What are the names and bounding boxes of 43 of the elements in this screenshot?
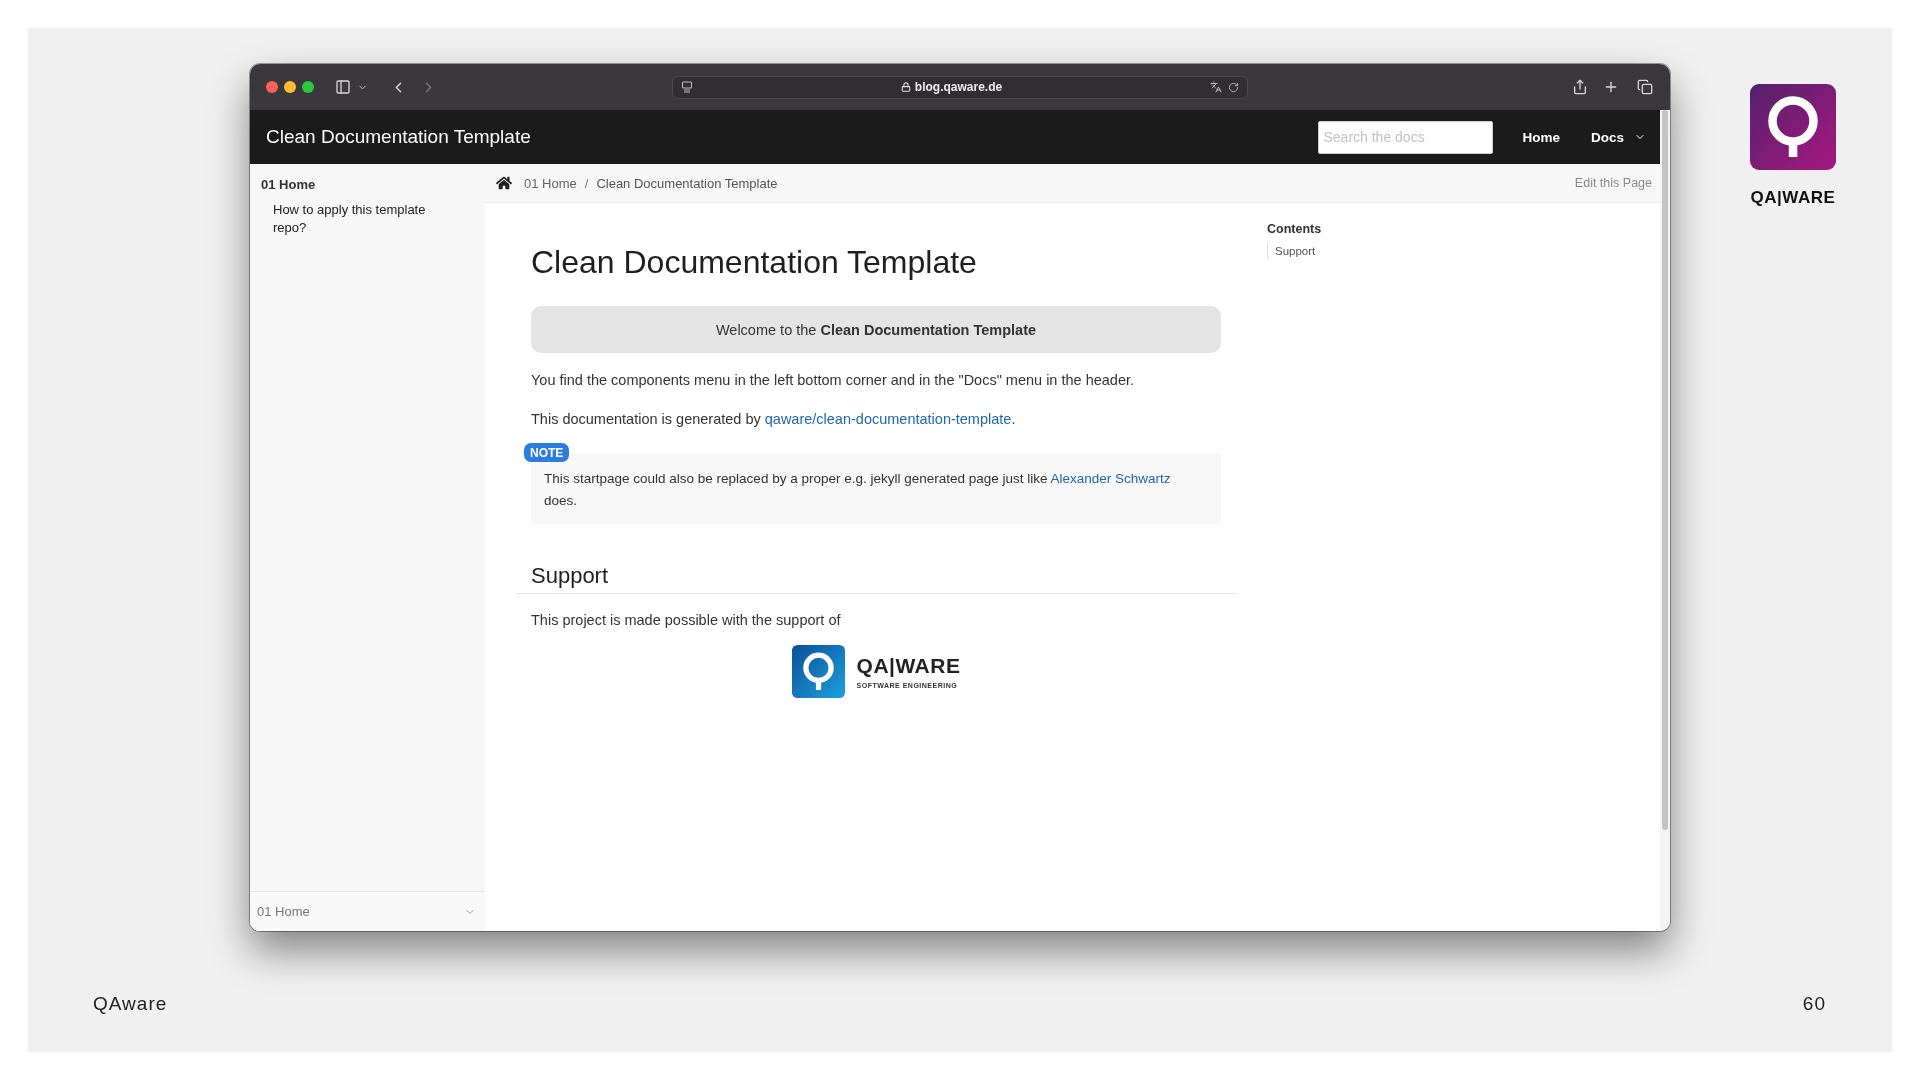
search-field[interactable]: Search the docs xyxy=(1318,120,1494,154)
paragraph: This project is made possible with the support of xyxy=(531,611,842,630)
lock-icon xyxy=(900,82,911,92)
note-badge: NOTE xyxy=(524,443,570,462)
translate-icon[interactable] xyxy=(1210,81,1222,93)
tabs-icon[interactable] xyxy=(1637,79,1653,95)
reload-icon[interactable] xyxy=(1228,81,1239,93)
paragraph: You find the components menu in the left bottom corner and in the "Docs" menu in the header. xyxy=(531,371,1136,390)
logo-wordmark: QA|WARE xyxy=(856,654,961,677)
site-title[interactable]: Clean Documentation Template xyxy=(266,126,531,148)
breadcrumb-separator: / xyxy=(584,175,589,191)
inline-link[interactable]: Alexander Schwartz xyxy=(1050,471,1171,486)
window-zoom-icon[interactable] xyxy=(302,81,314,93)
toc-link[interactable]: Support xyxy=(1267,243,1322,259)
nav-link[interactable]: Home xyxy=(1522,129,1560,145)
nav-dropdown[interactable]: Docs xyxy=(1591,129,1646,145)
address-bar[interactable]: blog.qaware.de xyxy=(672,75,1248,99)
home-icon[interactable] xyxy=(496,175,512,191)
url-text: blog.qaware.de xyxy=(914,80,1003,94)
slide-footer-brand: QAware xyxy=(93,993,168,1015)
plus-icon[interactable] xyxy=(1603,79,1619,95)
ring-logo-icon xyxy=(791,645,845,698)
sidebar-section-title[interactable]: 01 Home xyxy=(261,177,461,193)
window-close-icon[interactable] xyxy=(266,81,278,93)
welcome-banner: Welcome to the Clean Documentation Template xyxy=(531,306,1221,353)
note-text: This startpage could also be replaced by a proper e.g. jekyll generated page just like Alexander Schwartz does. xyxy=(544,470,1172,510)
brand-logo-icon xyxy=(1750,84,1836,170)
toc-title: Contents xyxy=(1267,222,1322,236)
inline-link[interactable]: qaware/clean-documentation-template xyxy=(764,411,1012,427)
paragraph: This documentation is generated by qaware/clean-documentation-template. xyxy=(531,410,1017,429)
scrollbar[interactable] xyxy=(1662,110,1668,830)
section-heading: Support xyxy=(516,563,1237,594)
share-icon[interactable] xyxy=(1572,79,1588,95)
breadcrumb-link[interactable]: 01 Home xyxy=(524,175,577,191)
sidebar-icon[interactable] xyxy=(335,79,351,95)
page-menu-icon[interactable] xyxy=(681,81,693,93)
section-select[interactable]: 01 Home xyxy=(250,891,485,931)
page-title: Clean Documentation Template xyxy=(531,244,978,281)
page-number: 60 xyxy=(1802,993,1826,1015)
window-minimize-icon[interactable] xyxy=(284,81,296,93)
breadcrumb-current: Clean Documentation Template xyxy=(596,175,778,191)
brand-wordmark: QA|WARE xyxy=(1750,188,1836,208)
sidebar-item[interactable]: How to apply this template repo? xyxy=(273,201,448,237)
